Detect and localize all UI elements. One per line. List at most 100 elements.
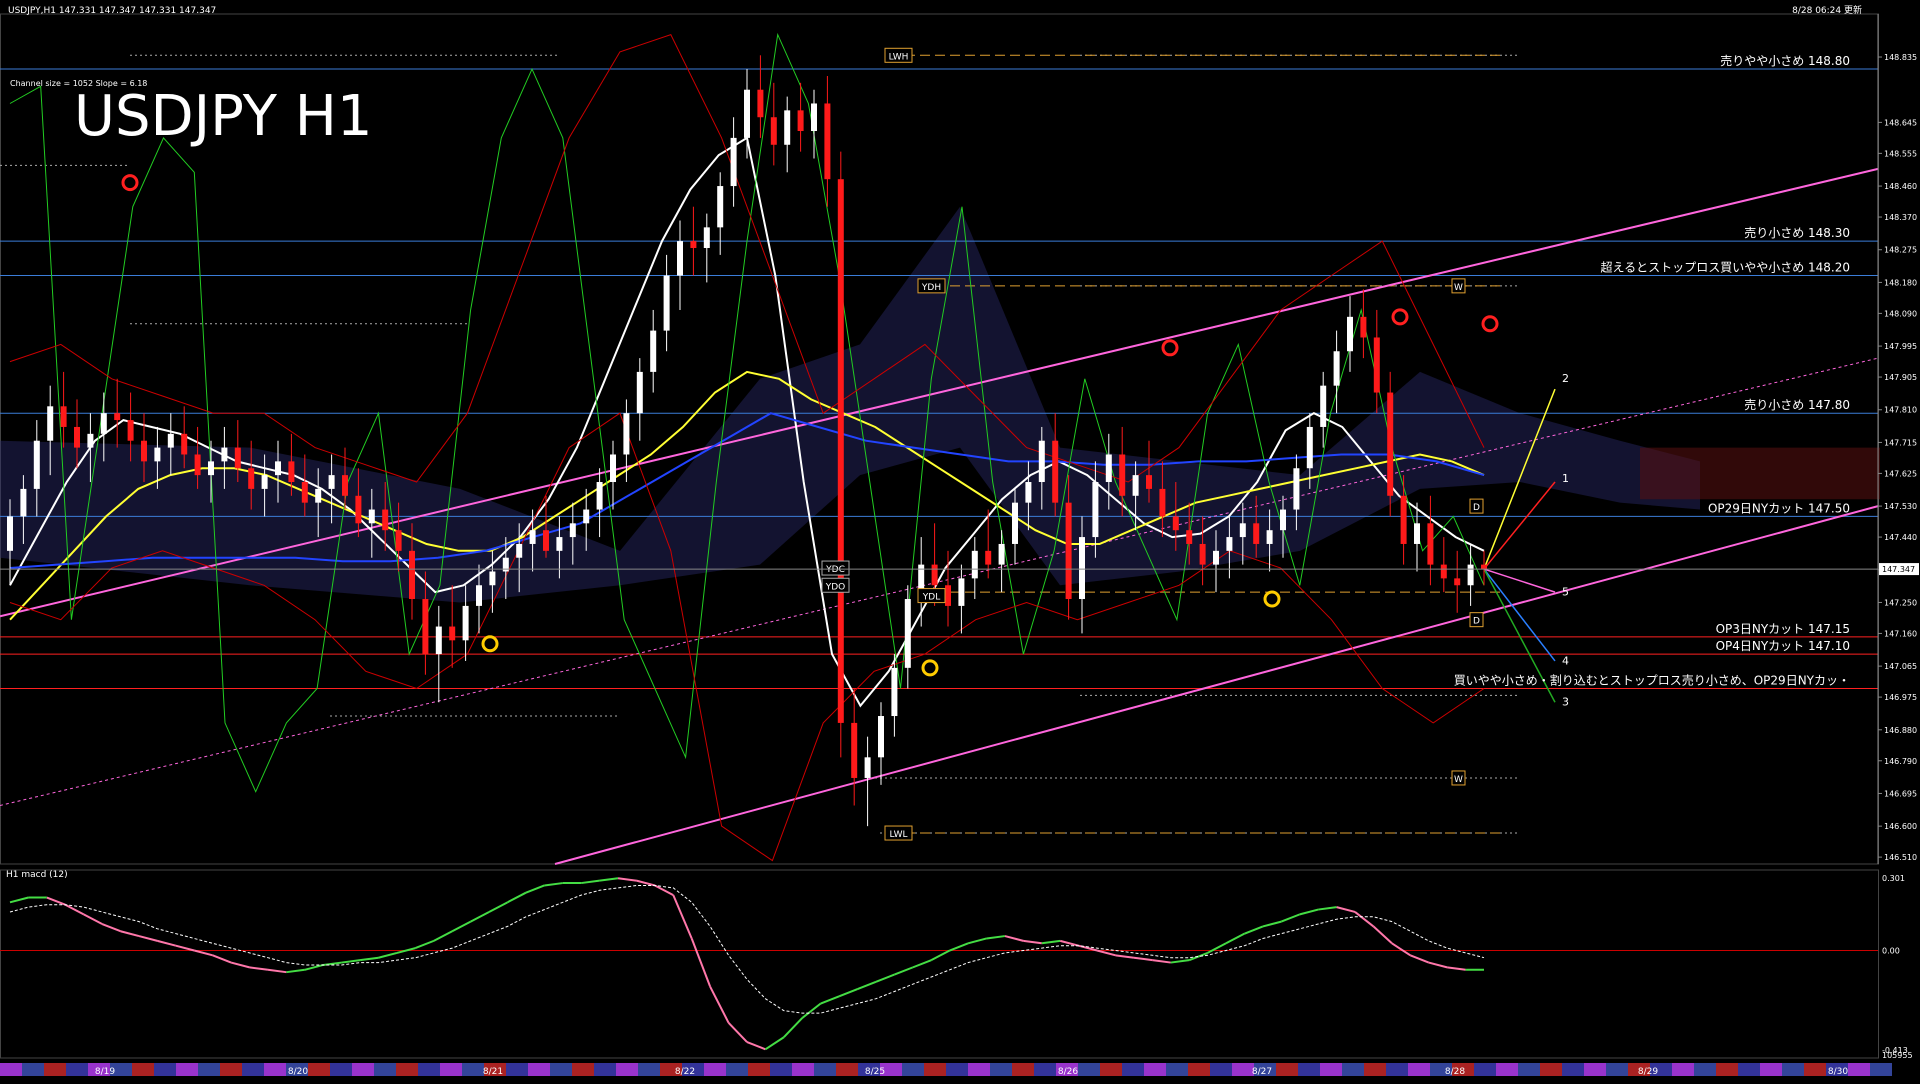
date-band-segment (1364, 1063, 1386, 1076)
candle-body (288, 461, 295, 483)
date-band-segment (1672, 1063, 1694, 1076)
candle-body (355, 495, 362, 524)
price-tick-label: 147.715 (1884, 438, 1917, 447)
candle-body (663, 275, 670, 331)
date-band-segment (1848, 1063, 1870, 1076)
date-band-segment (374, 1063, 396, 1076)
candle-body (221, 447, 228, 462)
candle-body (462, 605, 469, 641)
candle-body (301, 482, 308, 503)
candle-body (1226, 537, 1233, 551)
candle-body (100, 413, 107, 434)
candle-body (208, 461, 214, 476)
trading-chart[interactable]: LWH LWL YDH YDL YDC YDO W W D D 売りやや小さめ 148.80 売り小… (0, 0, 1920, 1080)
price-tick-label: 146.790 (1884, 757, 1917, 766)
level-label: 売り小さめ 148.30 (1744, 225, 1850, 240)
candle-body (1280, 509, 1286, 531)
price-tick-label: 148.370 (1884, 213, 1917, 222)
date-band-segment (1518, 1063, 1540, 1076)
candle-body (744, 89, 750, 138)
date-band-segment (990, 1063, 1012, 1076)
date-band-segment (726, 1063, 748, 1076)
candle-body (677, 241, 683, 276)
date-band-segment (1342, 1063, 1364, 1076)
date-band-segment (22, 1063, 44, 1076)
candle-body (784, 110, 791, 145)
date-band-segment (506, 1063, 528, 1076)
price-tick-label: 148.645 (1884, 118, 1917, 127)
date-band-segment (1100, 1063, 1122, 1076)
date-band-segment (1584, 1063, 1606, 1076)
level-label: 売りやや小さめ 148.80 (1720, 53, 1850, 68)
candle-body (1253, 523, 1260, 544)
date-band-segment (1012, 1063, 1034, 1076)
level-label: OP29日NYカット 147.50 (1708, 501, 1850, 515)
candle-body (636, 371, 643, 414)
date-band-segment (0, 1063, 22, 1076)
candle-body (74, 426, 80, 448)
candle-body (931, 564, 938, 586)
macd-tick-label: 105955 (1882, 1051, 1913, 1060)
date-band-segment (242, 1063, 264, 1076)
price-tag-text: YDC (825, 565, 845, 575)
date-band-segment (1386, 1063, 1408, 1076)
date-band-segment (264, 1063, 286, 1076)
level-label: 買いやや小さめ・割り込むとストップロス売り小さめ、OP29日NYカッ・ (1454, 672, 1850, 687)
date-band-segment (594, 1063, 616, 1076)
price-tick-label: 146.600 (1884, 822, 1917, 831)
candle-body (770, 117, 777, 145)
candle-body (1387, 392, 1394, 496)
date-band-segment (396, 1063, 418, 1076)
date-band-segment (924, 1063, 946, 1076)
price-tick-label: 148.090 (1884, 309, 1917, 318)
date-band-segment (1760, 1063, 1782, 1076)
macd-tick-label: 0.00 (1882, 947, 1900, 956)
price-tick-label: 147.995 (1884, 342, 1917, 351)
candle-body (1065, 502, 1072, 600)
price-tag-text: W (1454, 283, 1463, 293)
date-band-segment (1188, 1063, 1210, 1076)
date-band-segment (308, 1063, 330, 1076)
candle-body (409, 550, 415, 600)
candle-body (623, 413, 630, 455)
date-band-segment (330, 1063, 352, 1076)
candle-body (1132, 475, 1139, 496)
price-tick-label: 148.275 (1884, 246, 1917, 255)
candle-body (1146, 475, 1152, 489)
date-band-segment (638, 1063, 660, 1076)
price-tick-label: 147.810 (1884, 406, 1917, 415)
date-band-segment (1562, 1063, 1584, 1076)
candle-body (1105, 454, 1112, 483)
level-label: OP3日NYカット 147.15 (1716, 622, 1850, 636)
date-band-segment (616, 1063, 638, 1076)
date-band-segment (902, 1063, 924, 1076)
candle-body (114, 413, 121, 421)
date-band-segment (1034, 1063, 1056, 1076)
chart-title: USDJPY H1 (74, 84, 372, 149)
date-band-segment (1496, 1063, 1518, 1076)
candle-body (1159, 488, 1166, 517)
candle-body (382, 509, 389, 531)
date-band-segment (770, 1063, 792, 1076)
date-band-segment (220, 1063, 242, 1076)
candle-body (703, 227, 710, 249)
level-label: 超えるとストップロス買いやや小さめ 148.20 (1601, 260, 1850, 275)
price-tick-label: 148.460 (1884, 182, 1917, 191)
candle-body (1012, 502, 1018, 544)
candle-body (1172, 516, 1179, 531)
symbol-info: USDJPY,H1 147.331 147.347 147.331 147.34… (8, 6, 216, 16)
candle-body (7, 516, 13, 551)
candle-body (837, 179, 844, 723)
candle-body (395, 530, 402, 551)
price-tag-text: YDO (825, 582, 846, 592)
candle-body (717, 186, 724, 228)
candle-body (435, 626, 442, 655)
candle-body (1092, 482, 1099, 538)
candle-body (141, 440, 147, 462)
wave-label: 4 (1562, 654, 1569, 667)
price-tag-text: YDH (921, 283, 941, 293)
date-label: 8/20 (288, 1067, 308, 1077)
date-band-segment (1782, 1063, 1804, 1076)
price-tick-label: 146.880 (1884, 726, 1917, 735)
wave-label: 2 (1562, 372, 1569, 385)
